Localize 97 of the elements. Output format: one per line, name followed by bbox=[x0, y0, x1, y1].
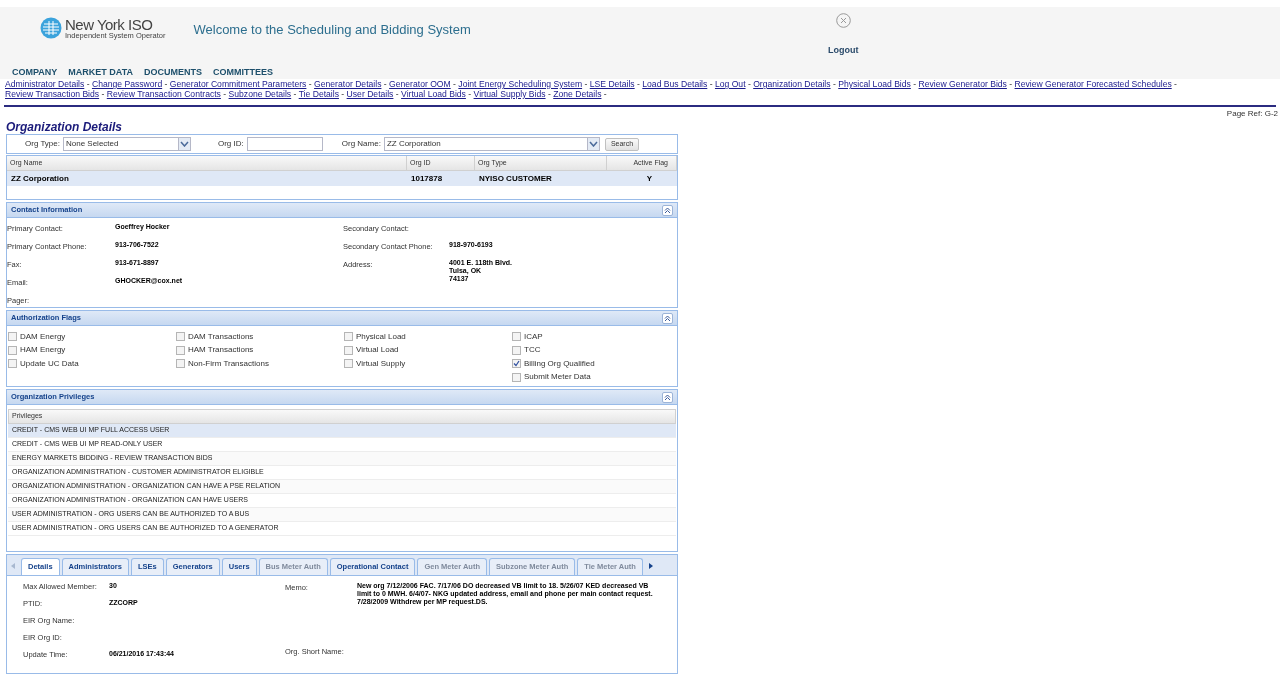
page-link[interactable]: Tie Details bbox=[298, 89, 339, 99]
checkbox-label: Submit Meter Data bbox=[524, 371, 591, 384]
page-link[interactable]: Generator OOM bbox=[389, 79, 451, 89]
page-link[interactable]: LSE Details bbox=[589, 79, 635, 89]
link-separator: - bbox=[746, 79, 752, 89]
checkbox-label: HAM Transactions bbox=[188, 344, 254, 357]
nav-menu-item[interactable]: COMPANY bbox=[12, 66, 58, 80]
logout-link[interactable]: Logout bbox=[828, 44, 859, 58]
page-link[interactable]: Organization Details bbox=[753, 79, 831, 89]
checkbox[interactable] bbox=[176, 332, 185, 342]
link-separator: - bbox=[163, 79, 169, 89]
checkbox-label: DAM Energy bbox=[20, 330, 66, 343]
nav-menu-item[interactable]: COMMITTEES bbox=[213, 66, 273, 80]
link-separator: - bbox=[1173, 79, 1177, 89]
page-link[interactable]: Load Bus Details bbox=[642, 79, 708, 89]
nav-menu-item[interactable]: DOCUMENTS bbox=[144, 66, 202, 80]
logo-icon bbox=[40, 17, 62, 40]
checkbox-label: TCC bbox=[524, 344, 541, 357]
page-link[interactable]: Joint Energy Scheduling System bbox=[458, 79, 583, 89]
page-link[interactable]: Log Out bbox=[714, 79, 746, 89]
link-separator: - bbox=[583, 79, 589, 89]
link-separator: - bbox=[307, 79, 313, 89]
org-id-field[interactable] bbox=[246, 137, 323, 151]
link-separator: - bbox=[1008, 79, 1014, 89]
page-link[interactable]: Change Password bbox=[91, 79, 163, 89]
link-separator: - bbox=[602, 89, 607, 99]
checkbox-label: Non-Firm Transactions bbox=[188, 357, 269, 370]
table-cell-text: 1017878 bbox=[410, 172, 444, 185]
checkbox[interactable] bbox=[512, 372, 521, 382]
org-name-dropdown[interactable]: ZZ Corporation bbox=[383, 137, 600, 151]
link-separator: - bbox=[340, 89, 346, 99]
page-link[interactable]: Review Transaction Contracts bbox=[106, 89, 221, 99]
page-link[interactable]: Virtual Supply Bids bbox=[473, 89, 546, 99]
checkbox[interactable] bbox=[512, 359, 521, 369]
caret-icon bbox=[180, 141, 189, 147]
page-link[interactable]: Subzone Details bbox=[228, 89, 292, 99]
org-id-label: Org ID: bbox=[218, 138, 244, 150]
collapse-button[interactable] bbox=[662, 312, 673, 324]
org-type-label: Org Type: bbox=[25, 138, 60, 150]
link-separator: - bbox=[708, 79, 714, 89]
checkbox[interactable] bbox=[8, 359, 17, 369]
link-separator: - bbox=[912, 79, 918, 89]
link-separator: - bbox=[382, 79, 388, 89]
link-separator: - bbox=[452, 79, 457, 89]
link-separator: - bbox=[222, 89, 228, 99]
collapse-button[interactable] bbox=[662, 204, 673, 216]
table-cell-text: ZZ Corporation bbox=[10, 172, 70, 185]
checkbox-label: Physical Load bbox=[356, 330, 406, 343]
page-link[interactable]: Generator Details bbox=[314, 79, 382, 89]
page-link[interactable]: Zone Details bbox=[553, 89, 602, 99]
page-link[interactable]: User Details bbox=[346, 89, 394, 99]
page-ref: Page Ref: G-2 bbox=[1226, 108, 1278, 120]
checkbox[interactable] bbox=[344, 345, 353, 355]
checkbox-label: ICAP bbox=[524, 330, 543, 343]
welcome-title: Welcome to the Scheduling and Bidding System bbox=[193, 21, 471, 39]
table-cell-text: Y bbox=[645, 172, 653, 185]
link-separator: - bbox=[467, 89, 473, 99]
checkbox[interactable] bbox=[512, 332, 521, 342]
logo-name: New York ISO bbox=[65, 17, 154, 32]
link-separator: - bbox=[831, 79, 837, 89]
checkbox-label: Virtual Load bbox=[356, 344, 399, 357]
link-separator: - bbox=[85, 79, 91, 89]
checkbox[interactable] bbox=[8, 332, 17, 342]
page-link[interactable]: Administrator Details bbox=[5, 79, 85, 89]
checkbox-label: Billing Org Qualified bbox=[524, 357, 595, 370]
table-row[interactable]: ZZ Corporation 1017878 NYISO CUSTOMER Y bbox=[7, 171, 677, 186]
page-link[interactable]: Virtual Load Bids bbox=[401, 89, 466, 99]
checkbox[interactable] bbox=[176, 345, 185, 355]
caret-icon bbox=[588, 141, 598, 147]
close-icon[interactable] bbox=[835, 13, 851, 28]
checkbox[interactable] bbox=[344, 359, 353, 369]
checkbox[interactable] bbox=[512, 345, 521, 355]
link-separator: - bbox=[546, 89, 552, 99]
link-separator: - bbox=[394, 89, 400, 99]
link-separator: - bbox=[636, 79, 641, 89]
nav-menu-item[interactable]: MARKET DATA bbox=[68, 66, 133, 80]
checkbox[interactable] bbox=[176, 359, 185, 369]
page-link[interactable]: Generator Commitment Parameters bbox=[169, 79, 307, 89]
page-title: Organization Details bbox=[6, 120, 124, 134]
collapse-button[interactable] bbox=[662, 391, 673, 403]
link-separator: - bbox=[292, 89, 298, 99]
checkbox-label: HAM Energy bbox=[20, 344, 66, 357]
org-name-label: Org Name: bbox=[341, 138, 381, 150]
page-link[interactable]: Review Generator Bids bbox=[918, 79, 1007, 89]
scroll-right-icon[interactable] bbox=[646, 562, 655, 570]
checkbox[interactable] bbox=[344, 332, 353, 342]
table-cell-text: NYISO CUSTOMER bbox=[478, 172, 553, 185]
checkbox-label: Virtual Supply bbox=[356, 357, 406, 370]
checkbox-label: DAM Transactions bbox=[188, 330, 254, 343]
page-link[interactable]: Review Transaction Bids bbox=[5, 89, 100, 99]
scroll-left-icon[interactable] bbox=[9, 562, 17, 570]
checkbox[interactable] bbox=[8, 345, 17, 355]
org-type-dropdown[interactable]: None Selected bbox=[63, 137, 191, 151]
checkbox-label: Update UC Data bbox=[20, 357, 79, 370]
page-link[interactable]: Review Generator Forecasted Schedules bbox=[1014, 79, 1172, 89]
page-link[interactable]: Physical Load Bids bbox=[838, 79, 911, 89]
link-separator: - bbox=[100, 89, 106, 99]
